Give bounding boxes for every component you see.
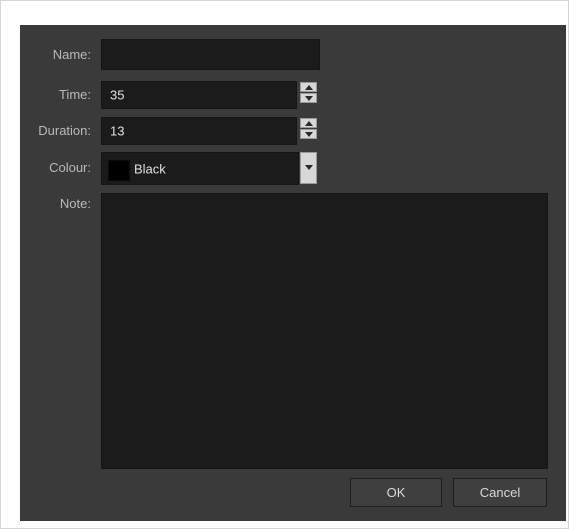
arrow-down-icon bbox=[304, 132, 313, 137]
colour-value: Black bbox=[134, 161, 166, 176]
colour-swatch bbox=[108, 160, 130, 181]
chevron-down-icon bbox=[304, 165, 313, 170]
colour-label: Colour: bbox=[49, 160, 91, 175]
ok-button[interactable]: OK bbox=[350, 478, 442, 507]
duration-increment-button[interactable] bbox=[300, 118, 317, 128]
name-field[interactable] bbox=[101, 39, 320, 70]
arrow-up-icon bbox=[304, 85, 313, 90]
duration-label: Duration: bbox=[38, 123, 91, 138]
marker-dialog: Name: Time: 35 Duration: 13 Colour: Blac… bbox=[20, 25, 566, 521]
time-spinner bbox=[300, 82, 317, 106]
duration-value: 13 bbox=[110, 123, 125, 139]
duration-field[interactable]: 13 bbox=[101, 117, 297, 145]
cancel-button[interactable]: Cancel bbox=[453, 478, 547, 507]
time-label: Time: bbox=[58, 87, 91, 102]
name-label: Name: bbox=[52, 47, 91, 62]
arrow-up-icon bbox=[304, 121, 313, 126]
duration-spinner bbox=[300, 118, 317, 142]
time-decrement-button[interactable] bbox=[300, 93, 317, 103]
time-increment-button[interactable] bbox=[300, 82, 317, 92]
note-textarea[interactable] bbox=[101, 193, 548, 469]
colour-dropdown-button[interactable] bbox=[300, 152, 317, 184]
colour-dropdown[interactable]: Black bbox=[101, 152, 299, 185]
time-field[interactable]: 35 bbox=[101, 81, 297, 109]
arrow-down-icon bbox=[304, 96, 313, 101]
time-value: 35 bbox=[110, 87, 125, 103]
note-label: Note: bbox=[59, 196, 91, 211]
duration-decrement-button[interactable] bbox=[300, 129, 317, 139]
